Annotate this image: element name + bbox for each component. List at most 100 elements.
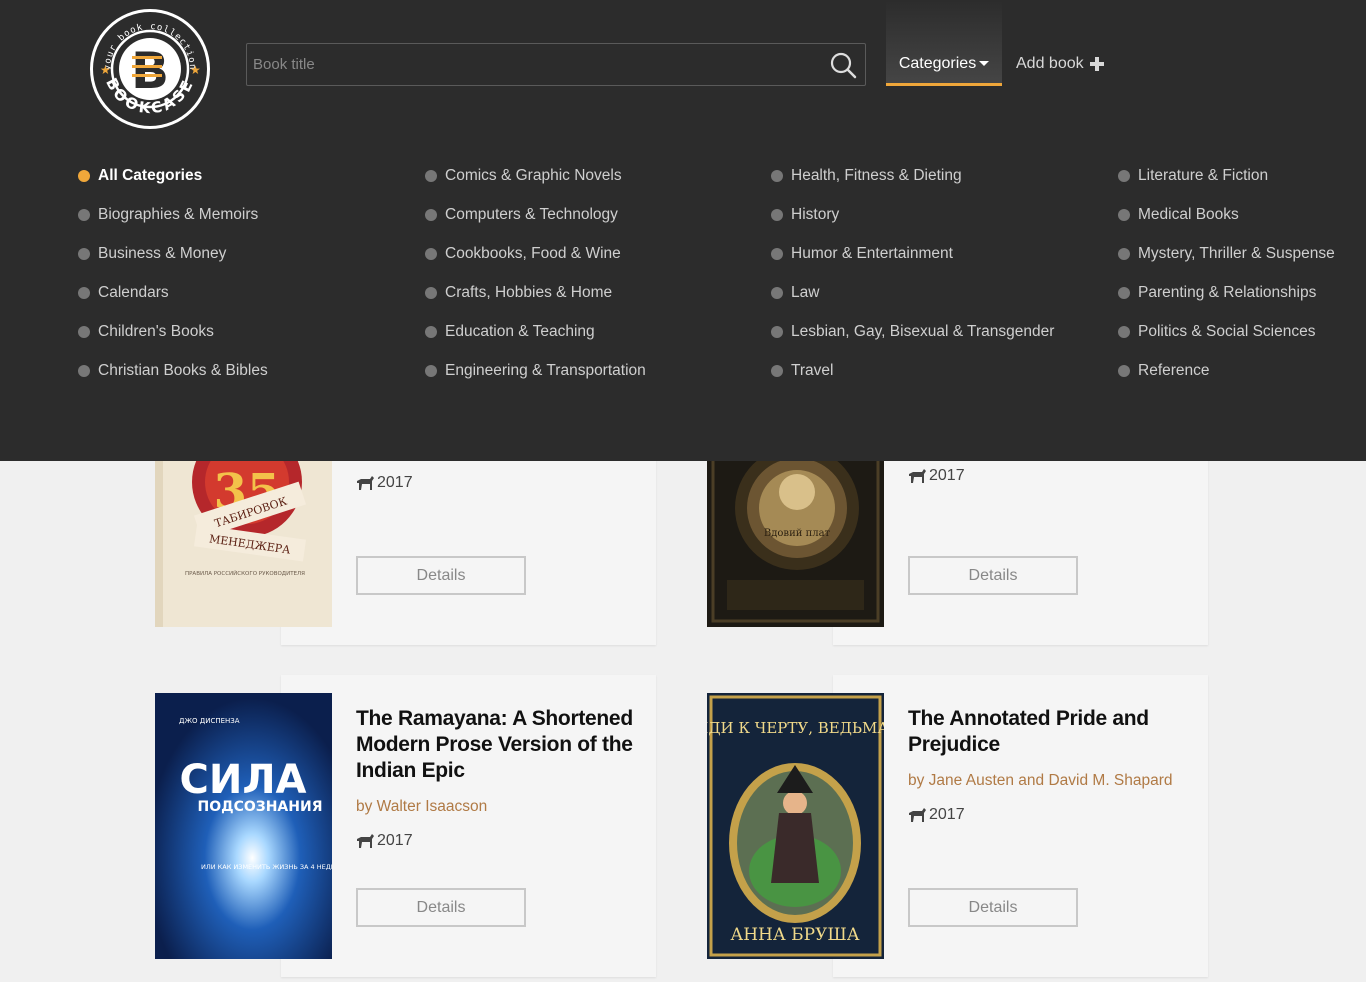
category-label: Reference (1138, 362, 1210, 379)
add-book-label: Add book (1016, 55, 1084, 72)
bullet-icon (1118, 209, 1130, 221)
category-label: Travel (791, 362, 834, 379)
book-year: 2017 (908, 467, 965, 485)
category-item[interactable]: Travel (771, 362, 834, 380)
bullet-icon (425, 209, 437, 221)
category-item[interactable]: Engineering & Transportation (425, 362, 646, 380)
category-label: Children's Books (98, 323, 214, 340)
category-item[interactable]: Christian Books & Bibles (78, 362, 268, 380)
book-author[interactable]: by Jane Austen and David M. Shapard (908, 772, 1173, 790)
bullet-icon (78, 209, 90, 221)
category-item[interactable]: Law (771, 284, 819, 302)
category-item[interactable]: Comics & Graphic Novels (425, 167, 622, 185)
book-cover[interactable]: ИДИ К ЧЕРТУ, ВЕДЬМА! АННА БРУША (707, 693, 884, 959)
category-item[interactable]: Calendars (78, 284, 169, 302)
category-label: Medical Books (1138, 206, 1239, 223)
book-author[interactable]: by Walter Isaacson (356, 798, 487, 816)
chevron-down-icon (979, 61, 990, 66)
details-button[interactable]: Details (908, 888, 1078, 927)
svg-text:★: ★ (190, 63, 201, 77)
search-icon[interactable] (829, 51, 857, 79)
bookcase-logo[interactable]: your book collection BOOKCASE ★ ★ B (88, 7, 212, 131)
category-label: Calendars (98, 284, 169, 301)
search-input[interactable] (247, 44, 865, 85)
category-item[interactable]: Lesbian, Gay, Bisexual & Transgender (771, 323, 1054, 341)
book-title[interactable]: The Annotated Pride and Prejudice (908, 706, 1198, 758)
bullet-icon (78, 170, 90, 182)
bullet-icon (771, 248, 783, 260)
category-item[interactable]: Parenting & Relationships (1118, 284, 1316, 302)
category-label: Law (791, 284, 820, 301)
categories-menu-button[interactable]: Categories (886, 0, 1002, 86)
details-button[interactable]: Details (356, 888, 526, 927)
book-year: 2017 (356, 832, 413, 850)
svg-text:ПОДСОЗНАНИЯ: ПОДСОЗНАНИЯ (198, 799, 323, 815)
category-item[interactable]: Computers & Technology (425, 206, 618, 224)
details-button[interactable]: Details (356, 556, 526, 595)
add-book-link[interactable]: Add book (1016, 55, 1104, 73)
search-box (246, 43, 866, 86)
plus-icon (1089, 57, 1104, 71)
bullet-icon (425, 287, 437, 299)
bullet-icon (425, 365, 437, 377)
category-label: Humor & Entertainment (791, 245, 953, 262)
category-label: Health, Fitness & Dieting (791, 167, 962, 184)
category-label: Lesbian, Gay, Bisexual & Transgender (791, 323, 1055, 340)
horse-icon (909, 469, 926, 483)
category-item[interactable]: Crafts, Hobbies & Home (425, 284, 612, 302)
bullet-icon (771, 287, 783, 299)
category-item[interactable]: Cookbooks, Food & Wine (425, 245, 621, 263)
category-item[interactable]: Humor & Entertainment (771, 245, 953, 263)
category-item[interactable]: All Categories (78, 167, 202, 185)
book-year: 2017 (908, 806, 965, 824)
category-label: Education & Teaching (445, 323, 595, 340)
bullet-icon (425, 248, 437, 260)
category-label: Biographies & Memoirs (98, 206, 259, 223)
category-item[interactable]: Reference (1118, 362, 1210, 380)
bullet-icon (1118, 170, 1130, 182)
category-label: Christian Books & Bibles (98, 362, 268, 379)
category-item[interactable]: Literature & Fiction (1118, 167, 1268, 185)
category-label: Politics & Social Sciences (1138, 323, 1316, 340)
svg-text:ДЖО ДИСПЕНЗА: ДЖО ДИСПЕНЗА (179, 717, 240, 725)
bullet-icon (771, 326, 783, 338)
bullet-icon (771, 365, 783, 377)
book-card (833, 430, 1208, 645)
category-item[interactable]: Politics & Social Sciences (1118, 323, 1315, 341)
horse-icon (357, 834, 374, 848)
details-button[interactable]: Details (908, 556, 1078, 595)
book-card (281, 430, 656, 645)
category-label: Cookbooks, Food & Wine (445, 245, 621, 262)
svg-text:B: B (131, 42, 169, 100)
svg-text:АННА БРУША: АННА БРУША (730, 925, 859, 945)
bullet-icon (78, 326, 90, 338)
svg-text:Вдовий плат: Вдовий плат (764, 528, 831, 539)
category-item[interactable]: Business & Money (78, 245, 226, 263)
book-cover[interactable]: ДЖО ДИСПЕНЗА СИЛА ПОДСОЗНАНИЯ ИЛИ КАК ИЗ… (155, 693, 332, 959)
categories-label: Categories (898, 54, 977, 72)
category-item[interactable]: Health, Fitness & Dieting (771, 167, 962, 185)
book-year: 2017 (356, 474, 413, 492)
category-item[interactable]: Children's Books (78, 323, 214, 341)
bullet-icon (1118, 287, 1130, 299)
category-item[interactable]: Medical Books (1118, 206, 1239, 224)
category-item[interactable]: Mystery, Thriller & Suspense (1118, 245, 1335, 263)
bullet-icon (771, 170, 783, 182)
svg-text:★: ★ (100, 63, 111, 77)
book-title[interactable]: The Ramayana: A Shortened Modern Prose V… (356, 706, 646, 784)
bullet-icon (1118, 365, 1130, 377)
bullet-icon (1118, 248, 1130, 260)
categories-dropdown: All Categories Biographies & Memoirs Busin… (0, 130, 1366, 461)
bullet-icon (1118, 326, 1130, 338)
category-label: All Categories (98, 167, 203, 184)
horse-icon (357, 476, 374, 490)
category-item[interactable]: Education & Teaching (425, 323, 595, 341)
top-header: your book collection BOOKCASE ★ ★ B Cate… (0, 0, 1366, 130)
category-label: Engineering & Transportation (445, 362, 646, 379)
bullet-icon (425, 326, 437, 338)
category-item[interactable]: History (771, 206, 839, 224)
category-label: Business & Money (98, 245, 227, 262)
category-label: Comics & Graphic Novels (445, 167, 622, 184)
category-item[interactable]: Biographies & Memoirs (78, 206, 258, 224)
bullet-icon (78, 248, 90, 260)
